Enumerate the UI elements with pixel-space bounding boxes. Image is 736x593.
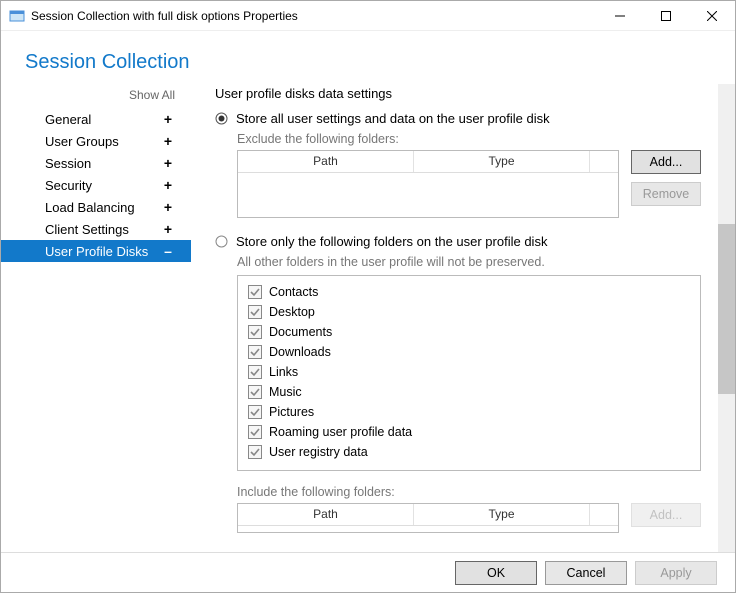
include-table-header: Path Type (238, 504, 618, 526)
minimize-button[interactable] (597, 1, 643, 30)
col-path[interactable]: Path (238, 151, 414, 172)
folder-checkbox-row[interactable]: Links (238, 362, 700, 382)
sidebar-item-label: User Groups (45, 134, 119, 149)
sidebar: Show All General+User Groups+Session+Sec… (1, 84, 191, 552)
window-controls (597, 1, 735, 30)
folder-checkbox-label: Pictures (269, 405, 314, 419)
sidebar-item-label: Client Settings (45, 222, 129, 237)
col-type[interactable]: Type (414, 504, 590, 525)
radio-store-all[interactable]: Store all user settings and data on the … (215, 111, 701, 126)
radio-icon (215, 235, 228, 248)
checkbox-icon (248, 425, 262, 439)
checkbox-icon (248, 445, 262, 459)
folder-checkbox-label: User registry data (269, 445, 368, 459)
col-spacer (590, 504, 618, 525)
expand-icon: + (161, 199, 175, 215)
expand-icon: + (161, 133, 175, 149)
exclude-table-header: Path Type (238, 151, 618, 173)
folder-checklist: Contacts Desktop Documents Downloads Links Mu… (237, 275, 701, 471)
checkbox-icon (248, 305, 262, 319)
main-panel: User profile disks data settings Store a… (191, 84, 735, 552)
checkbox-icon (248, 285, 262, 299)
include-buttons: Add... (631, 503, 701, 533)
ok-button[interactable]: OK (455, 561, 537, 585)
close-button[interactable] (689, 1, 735, 30)
folder-checkbox-label: Documents (269, 325, 332, 339)
checkbox-icon (248, 345, 262, 359)
folder-checkbox-row[interactable]: Roaming user profile data (238, 422, 700, 442)
app-icon (9, 8, 25, 24)
sidebar-item-session[interactable]: Session + (1, 152, 191, 174)
sidebar-item-load-balancing[interactable]: Load Balancing + (1, 196, 191, 218)
radio-store-only-label: Store only the following folders on the … (236, 234, 547, 249)
scrollbar-thumb[interactable] (718, 224, 735, 394)
folder-checkbox-label: Links (269, 365, 298, 379)
radio-store-all-label: Store all user settings and data on the … (236, 111, 550, 126)
vertical-scrollbar[interactable] (718, 84, 735, 552)
folder-checkbox-row[interactable]: Music (238, 382, 700, 402)
checkbox-icon (248, 405, 262, 419)
radio-store-only[interactable]: Store only the following folders on the … (215, 234, 701, 249)
checkbox-icon (248, 325, 262, 339)
include-table[interactable]: Path Type (237, 503, 619, 533)
checkbox-icon (248, 385, 262, 399)
col-spacer (590, 151, 618, 172)
remove-exclude-button: Remove (631, 182, 701, 206)
folder-checkbox-row[interactable]: Pictures (238, 402, 700, 422)
store-only-note: All other folders in the user profile wi… (237, 255, 701, 269)
show-all-link[interactable]: Show All (1, 84, 191, 108)
sidebar-item-general[interactable]: General + (1, 108, 191, 130)
content-area: Session Collection Show All General+User… (1, 31, 735, 592)
dialog-footer: OK Cancel Apply (1, 552, 735, 592)
sidebar-item-label: Security (45, 178, 92, 193)
exclude-table[interactable]: Path Type (237, 150, 619, 218)
exclude-buttons: Add... Remove (631, 150, 701, 218)
folder-checkbox-row[interactable]: Desktop (238, 302, 700, 322)
add-include-button[interactable]: Add... (631, 503, 701, 527)
body: Show All General+User Groups+Session+Sec… (1, 84, 735, 552)
title-bar: Session Collection with full disk option… (1, 1, 735, 31)
include-folders-label: Include the following folders: (237, 485, 701, 499)
folder-checkbox-row[interactable]: Documents (238, 322, 700, 342)
maximize-button[interactable] (643, 1, 689, 30)
sidebar-item-user-profile-disks[interactable]: User Profile Disks– (1, 240, 191, 262)
expand-icon: + (161, 221, 175, 237)
sidebar-item-user-groups[interactable]: User Groups + (1, 130, 191, 152)
radio-icon (215, 112, 228, 125)
expand-icon: + (161, 155, 175, 171)
folder-checkbox-row[interactable]: User registry data (238, 442, 700, 462)
apply-button: Apply (635, 561, 717, 585)
folder-checkbox-label: Music (269, 385, 302, 399)
checkbox-icon (248, 365, 262, 379)
add-exclude-button[interactable]: Add... (631, 150, 701, 174)
folder-checkbox-label: Roaming user profile data (269, 425, 412, 439)
cancel-button[interactable]: Cancel (545, 561, 627, 585)
sidebar-item-label: General (45, 112, 91, 127)
sidebar-item-label: Session (45, 156, 91, 171)
sidebar-item-client-settings[interactable]: Client Settings + (1, 218, 191, 240)
exclude-block: Path Type Add... Remove (237, 150, 701, 218)
page-title: Session Collection (1, 31, 735, 84)
properties-window: Session Collection with full disk option… (0, 0, 736, 593)
folder-checkbox-row[interactable]: Contacts (238, 282, 700, 302)
folder-checkbox-row[interactable]: Downloads (238, 342, 700, 362)
window-title: Session Collection with full disk option… (31, 9, 597, 23)
section-title: User profile disks data settings (215, 84, 701, 101)
expand-icon: + (161, 177, 175, 193)
include-block: Include the following folders: Path Type (215, 485, 701, 533)
expand-icon: + (161, 111, 175, 127)
exclude-folders-label: Exclude the following folders: (237, 132, 701, 146)
sidebar-item-label: Load Balancing (45, 200, 135, 215)
folder-checkbox-label: Desktop (269, 305, 315, 319)
col-path[interactable]: Path (238, 504, 414, 525)
sidebar-item-label: User Profile Disks (45, 244, 148, 259)
collapse-icon: – (161, 243, 175, 259)
col-type[interactable]: Type (414, 151, 590, 172)
folder-checkbox-label: Contacts (269, 285, 318, 299)
sidebar-item-security[interactable]: Security + (1, 174, 191, 196)
folder-checkbox-label: Downloads (269, 345, 331, 359)
